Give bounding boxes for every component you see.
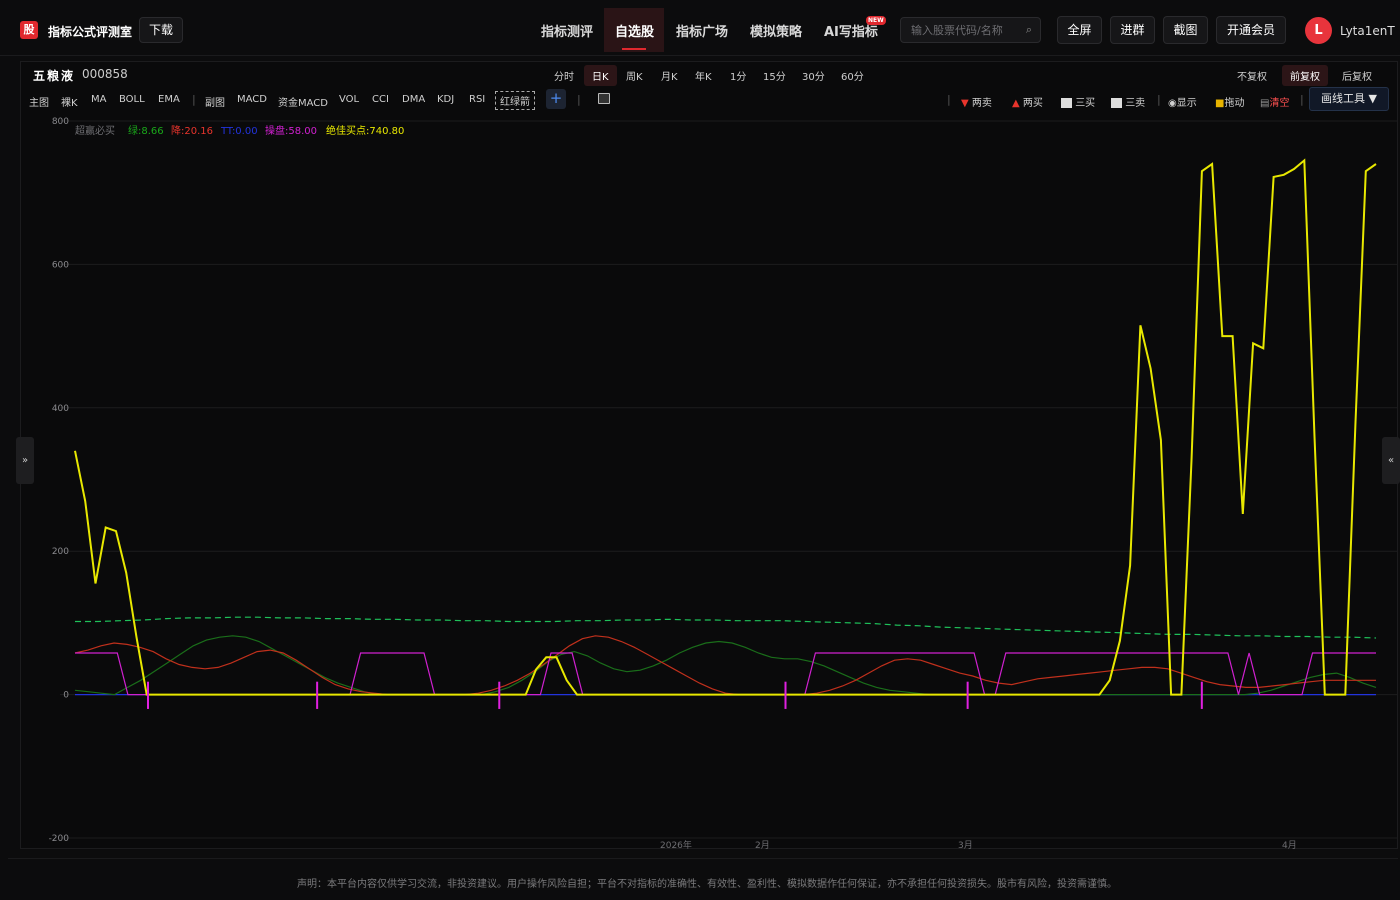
adjust-none[interactable]: 不复权 bbox=[1237, 68, 1267, 83]
tool-two-sell[interactable]: ▼ 两卖 bbox=[961, 94, 992, 109]
ind-cci[interactable]: CCI bbox=[372, 94, 389, 105]
tool-drag[interactable]: ■拖动 bbox=[1215, 94, 1244, 109]
tool-label: 显示 bbox=[1176, 98, 1197, 109]
period-1min[interactable]: 1分 bbox=[730, 68, 746, 83]
nav-indicator-review[interactable]: 指标测评 bbox=[541, 21, 593, 40]
period-yearly[interactable]: 年K bbox=[695, 68, 712, 83]
nav-indicator-square[interactable]: 指标广场 bbox=[676, 21, 728, 40]
search-icon[interactable]: ⌕ bbox=[1026, 23, 1032, 37]
disclaimer-text: 声明：本平台内容仅供学习交流，非投资建议。用户操作风险自担；平台不对指标的准确性… bbox=[297, 879, 1117, 890]
tool-three-sell[interactable]: 三卖 bbox=[1111, 94, 1145, 109]
y-tick-label: 200 bbox=[52, 547, 69, 557]
tool-label: 三买 bbox=[1075, 98, 1096, 109]
nav-sim-strategy[interactable]: 模拟策略 bbox=[750, 21, 802, 40]
tool-label: 两卖 bbox=[971, 98, 992, 109]
y-tick-label: -200 bbox=[49, 834, 70, 844]
username[interactable]: Lyta1enT bbox=[1340, 24, 1395, 38]
period-15min[interactable]: 15分 bbox=[763, 68, 786, 83]
ind-boll[interactable]: BOLL bbox=[119, 94, 145, 105]
series-line-K bbox=[75, 616, 1377, 639]
avatar[interactable]: L bbox=[1305, 17, 1332, 44]
legend-item: 超赢必买 bbox=[75, 124, 115, 137]
adjust-forward[interactable]: 前复权 bbox=[1282, 65, 1328, 86]
adjust-backward[interactable]: 后复权 bbox=[1342, 68, 1372, 83]
download-button[interactable]: 下载 bbox=[139, 17, 183, 43]
add-indicator-button[interactable]: + bbox=[546, 89, 566, 109]
separator: | bbox=[1300, 93, 1304, 106]
stock-code: 000858 bbox=[82, 67, 128, 81]
tool-three-buy[interactable]: 三买 bbox=[1061, 94, 1095, 109]
ind-dma[interactable]: DMA bbox=[402, 94, 425, 105]
top-bar: 股 指标公式评测室 下载 指标测评 自选股 指标广场 模拟策略 AI写指标 NE… bbox=[0, 0, 1400, 56]
tool-label: 两买 bbox=[1022, 98, 1043, 109]
separator: | bbox=[577, 93, 581, 106]
down-triangle-icon: ▼ bbox=[961, 98, 969, 109]
search-input[interactable] bbox=[911, 22, 1021, 38]
nav-active-underline bbox=[622, 48, 646, 50]
x-tick-label: 4月 bbox=[1282, 840, 1297, 851]
x-tick-label: 2026年 bbox=[660, 839, 692, 851]
ind-vol[interactable]: VOL bbox=[339, 94, 359, 105]
tool-clear[interactable]: ▤清空 bbox=[1260, 94, 1289, 109]
tool-label: 三卖 bbox=[1125, 98, 1146, 109]
x-tick-label: 3月 bbox=[958, 840, 973, 851]
tool-label: 清空 bbox=[1269, 98, 1290, 109]
tool-two-buy[interactable]: ▲ 两买 bbox=[1012, 94, 1043, 109]
up-triangle-icon: ▲ bbox=[1012, 98, 1020, 109]
legend-item: TT:0.00 bbox=[220, 126, 258, 137]
stock-name: 五粮液 bbox=[33, 69, 76, 83]
footer-divider bbox=[8, 858, 1398, 859]
series-line-绝佳买点 bbox=[74, 158, 1377, 696]
x-tick-label: 2月 bbox=[755, 840, 770, 851]
separator: | bbox=[192, 93, 196, 106]
logo-icon: 股 bbox=[20, 21, 38, 39]
app-name: 指标公式评测室 bbox=[48, 25, 133, 39]
ind-red-green-arrow[interactable]: 红绿箭 bbox=[495, 91, 535, 110]
trend-down-icon bbox=[1111, 98, 1122, 108]
separator: | bbox=[947, 93, 951, 106]
period-weekly[interactable]: 周K bbox=[626, 68, 643, 83]
fullscreen-button[interactable]: 全屏 bbox=[1057, 16, 1102, 44]
y-tick-label: 600 bbox=[52, 260, 69, 270]
nav-watchlist[interactable]: 自选股 bbox=[615, 21, 654, 40]
new-badge: NEW bbox=[866, 16, 886, 25]
ind-ma[interactable]: MA bbox=[91, 94, 106, 105]
draw-tools-button[interactable]: 画线工具 ▼ bbox=[1309, 87, 1389, 111]
ind-fund-macd[interactable]: 资金MACD bbox=[278, 94, 328, 109]
ind-ema[interactable]: EMA bbox=[158, 94, 180, 105]
period-30min[interactable]: 30分 bbox=[802, 68, 825, 83]
ind-kdj[interactable]: KDJ bbox=[437, 94, 454, 105]
ind-naked-k[interactable]: 裸K bbox=[61, 94, 78, 109]
eye-icon: ◉ bbox=[1168, 98, 1177, 109]
y-tick-label: 800 bbox=[52, 117, 69, 127]
tool-show[interactable]: ◉显示 bbox=[1168, 94, 1197, 109]
y-tick-label: 0 bbox=[63, 691, 69, 701]
legend-item: 降:20.16 bbox=[171, 124, 213, 137]
period-daily[interactable]: 日K bbox=[584, 65, 617, 86]
tool-label: 拖动 bbox=[1224, 98, 1245, 109]
period-monthly[interactable]: 月K bbox=[661, 68, 678, 83]
legend-item: 绝佳买点:740.80 bbox=[326, 124, 404, 137]
trend-up-icon bbox=[1061, 98, 1072, 108]
indicator-chart[interactable]: 800 600 400 200 0 -200 2026年 2月 3月 4月 超赢必买 绿:8.66 降:… bbox=[20, 113, 1398, 851]
y-tick-label: 400 bbox=[52, 404, 69, 414]
ind-main[interactable]: 主图 bbox=[29, 94, 49, 109]
save-icon[interactable] bbox=[598, 93, 610, 104]
screenshot-button[interactable]: 截图 bbox=[1163, 16, 1208, 44]
ind-sub[interactable]: 副图 bbox=[205, 94, 225, 109]
vip-button[interactable]: 开通会员 bbox=[1216, 16, 1286, 44]
ind-macd[interactable]: MACD bbox=[237, 94, 267, 105]
legend-item: 绿:8.66 bbox=[128, 124, 164, 137]
ind-rsi[interactable]: RSI bbox=[469, 94, 485, 105]
stock-search[interactable]: ⌕ bbox=[900, 17, 1041, 43]
period-60min[interactable]: 60分 bbox=[841, 68, 864, 83]
period-tick[interactable]: 分时 bbox=[554, 68, 574, 83]
join-group-button[interactable]: 进群 bbox=[1110, 16, 1155, 44]
legend-item: 操盘:58.00 bbox=[265, 124, 317, 137]
separator: | bbox=[1157, 93, 1161, 106]
